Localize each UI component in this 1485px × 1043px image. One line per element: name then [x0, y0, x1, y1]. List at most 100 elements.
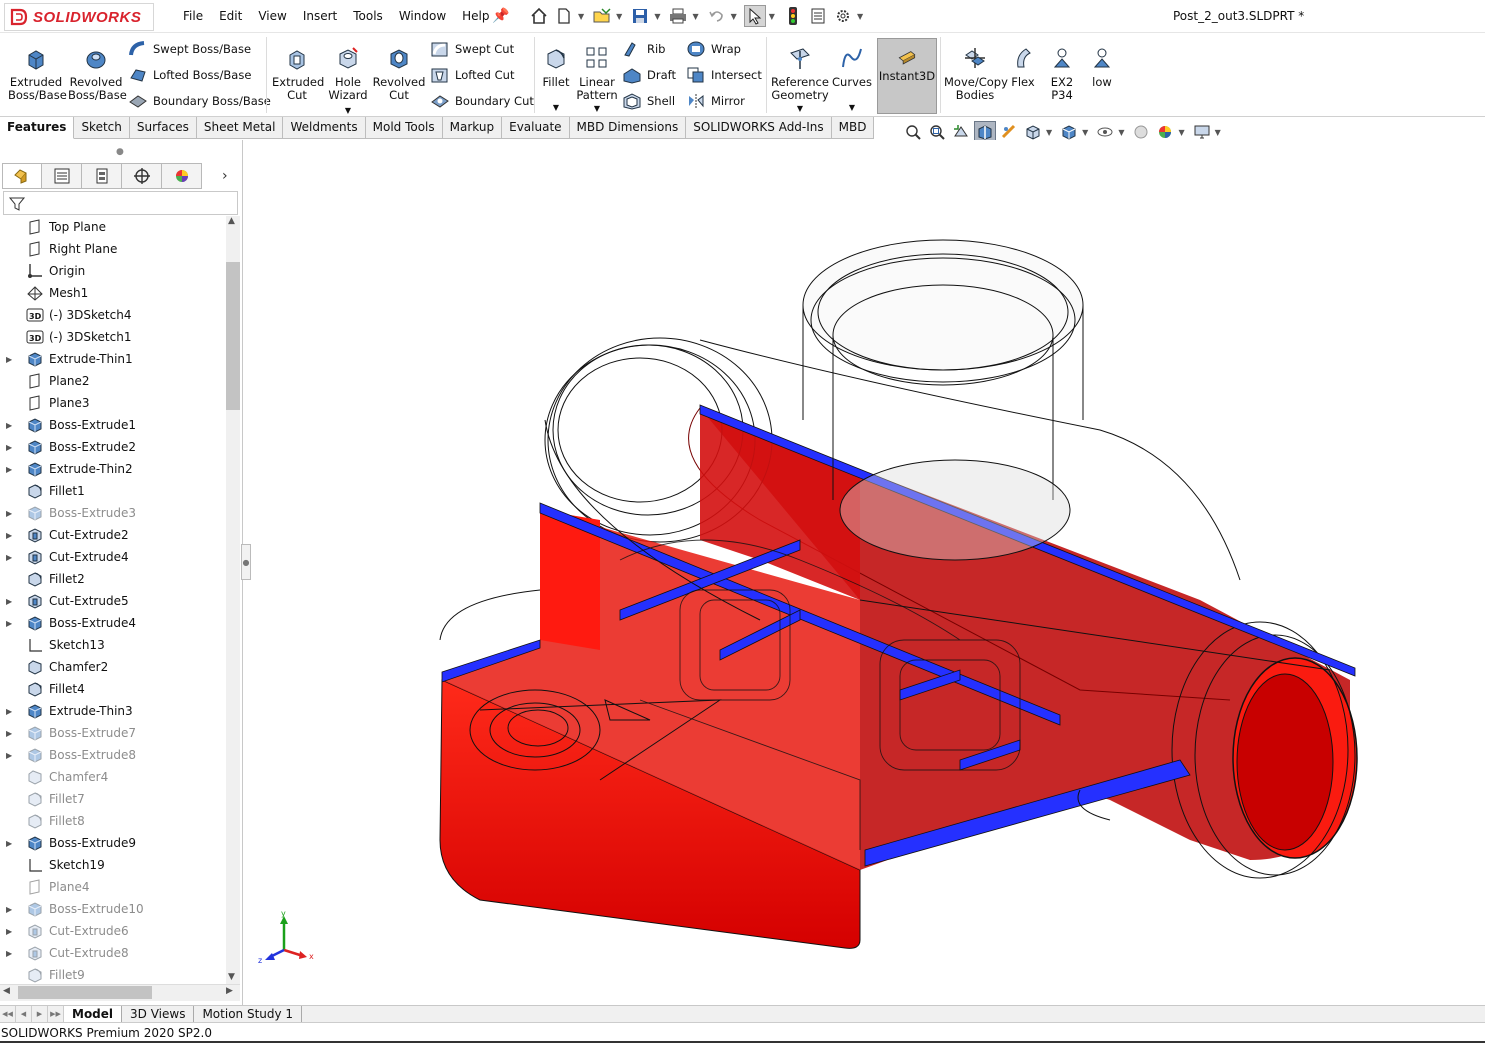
print-icon[interactable] — [667, 5, 689, 27]
rib-button[interactable]: Rib — [622, 39, 666, 59]
tree-item-extrude-thin2[interactable]: ▶ Extrude-Thin2 — [0, 458, 226, 480]
reference-geometry-button[interactable]: Reference Geometry ▼ — [770, 45, 830, 115]
expand-arrow-icon[interactable]: ▶ — [6, 905, 16, 914]
wrap-button[interactable]: Wrap — [686, 39, 741, 59]
chevron-down-icon[interactable]: ▼ — [654, 12, 660, 21]
panel-collapse-handle[interactable]: ● — [241, 544, 251, 580]
extruded-cut-button[interactable]: Extruded Cut — [272, 45, 324, 102]
dimxpert-manager-tab[interactable] — [122, 163, 162, 189]
part-model-section-view[interactable]: y x z — [251, 140, 1485, 1005]
expand-arrow-icon[interactable]: ▶ — [6, 509, 16, 518]
tree-item-chamfer4[interactable]: Chamfer4 — [0, 766, 226, 788]
ex2-p34-button[interactable]: EX2 P34 — [1040, 45, 1084, 102]
tab-mold-tools[interactable]: Mold Tools — [365, 117, 443, 139]
home-icon[interactable] — [528, 5, 550, 27]
configuration-manager-tab[interactable] — [82, 163, 122, 189]
chevron-down-icon[interactable]: ▼ — [1082, 128, 1088, 137]
curves-button[interactable]: Curves ▼ — [832, 45, 872, 114]
expand-arrow-icon[interactable]: ▶ — [6, 729, 16, 738]
first-tab-arrow-icon[interactable]: ◀◀ — [0, 1006, 16, 1022]
scroll-left-arrow-icon[interactable]: ◀ — [3, 986, 10, 996]
display-manager-tab[interactable] — [162, 163, 202, 189]
menu-insert[interactable]: Insert — [295, 9, 345, 23]
tree-item-fillet9[interactable]: Fillet9 — [0, 964, 226, 984]
menu-tools[interactable]: Tools — [345, 9, 391, 23]
tab-sketch[interactable]: Sketch — [74, 117, 130, 139]
scrollbar-thumb[interactable] — [226, 262, 240, 410]
scrollbar-thumb[interactable] — [18, 986, 152, 999]
extruded-boss-button[interactable]: Extruded Boss/Base — [8, 45, 67, 102]
chevron-down-icon[interactable]: ▼ — [616, 12, 622, 21]
menu-view[interactable]: View — [250, 9, 294, 23]
chevron-down-icon[interactable]: ▼ — [692, 12, 698, 21]
chevron-down-icon[interactable]: ▼ — [832, 101, 872, 114]
new-document-icon[interactable] — [553, 5, 575, 27]
expand-arrow-icon[interactable]: ▶ — [6, 531, 16, 540]
solidworks-logo[interactable]: SOLIDWORKS — [4, 3, 154, 31]
tree-item-boss-extrude10[interactable]: ▶ Boss-Extrude10 — [0, 898, 226, 920]
panel-splitter-handle[interactable]: ● — [116, 147, 124, 157]
expand-arrow-icon[interactable]: ▶ — [6, 927, 16, 936]
swept-cut-button[interactable]: Swept Cut — [430, 39, 514, 59]
tree-item-cut-extrude4[interactable]: ▶ Cut-Extrude4 — [0, 546, 226, 568]
tree-item-boss-extrude3[interactable]: ▶ Boss-Extrude3 — [0, 502, 226, 524]
tab-mbd[interactable]: MBD — [831, 117, 875, 139]
tree-item-boss-extrude7[interactable]: ▶ Boss-Extrude7 — [0, 722, 226, 744]
chevron-right-icon[interactable]: › — [222, 168, 228, 184]
open-folder-icon[interactable] — [591, 5, 613, 27]
expand-arrow-icon[interactable]: ▶ — [6, 597, 16, 606]
chevron-down-icon[interactable]: ▼ — [1215, 128, 1221, 137]
draft-button[interactable]: Draft — [622, 65, 676, 85]
expand-arrow-icon[interactable]: ▶ — [6, 707, 16, 716]
tree-item-cut-extrude8[interactable]: ▶ Cut-Extrude8 — [0, 942, 226, 964]
move-copy-bodies-button[interactable]: Move/Copy Bodies — [944, 45, 1008, 102]
tree-item-fillet8[interactable]: Fillet8 — [0, 810, 226, 832]
chevron-down-icon[interactable]: ▼ — [576, 102, 618, 115]
tree-item-plane3[interactable]: Plane3 — [0, 392, 226, 414]
expand-arrow-icon[interactable]: ▶ — [6, 839, 16, 848]
tree-item-fillet2[interactable]: Fillet2 — [0, 568, 226, 590]
file-properties-icon[interactable] — [807, 5, 829, 27]
expand-arrow-icon[interactable]: ▶ — [6, 619, 16, 628]
chevron-down-icon[interactable]: ▼ — [1118, 128, 1124, 137]
hole-wizard-button[interactable]: Hole Wizard ▼ — [326, 45, 370, 117]
rebuild-traffic-light-icon[interactable] — [782, 5, 804, 27]
mirror-button[interactable]: Mirror — [686, 91, 745, 111]
graphics-area[interactable]: y x z — [251, 140, 1485, 1005]
tree-item-fillet4[interactable]: Fillet4 — [0, 678, 226, 700]
tree-item-fillet1[interactable]: Fillet1 — [0, 480, 226, 502]
flex-button[interactable]: Flex — [1008, 45, 1038, 89]
tree-item-right-plane[interactable]: Right Plane — [0, 238, 226, 260]
expand-arrow-icon[interactable]: ▶ — [6, 355, 16, 364]
tree-item-boss-extrude1[interactable]: ▶ Boss-Extrude1 — [0, 414, 226, 436]
scroll-right-arrow-icon[interactable]: ▶ — [226, 986, 233, 996]
tab-solidworks-add-ins[interactable]: SOLIDWORKS Add-Ins — [686, 117, 832, 139]
menu-edit[interactable]: Edit — [211, 9, 250, 23]
tree-item-extrude-thin3[interactable]: ▶ Extrude-Thin3 — [0, 700, 226, 722]
scroll-up-arrow-icon[interactable]: ▲ — [228, 216, 235, 226]
options-gear-icon[interactable] — [832, 5, 854, 27]
tab-features[interactable]: Features — [0, 117, 75, 139]
scroll-down-arrow-icon[interactable]: ▼ — [228, 972, 235, 982]
tree-item-extrude-thin1[interactable]: ▶ Extrude-Thin1 — [0, 348, 226, 370]
tab-mbd-dimensions[interactable]: MBD Dimensions — [569, 117, 687, 139]
fillet-button[interactable]: Fillet ▼ — [538, 45, 574, 114]
tree-item-boss-extrude4[interactable]: ▶ Boss-Extrude4 — [0, 612, 226, 634]
menu-file[interactable]: File — [175, 9, 211, 23]
tree-item-mesh1[interactable]: Mesh1 — [0, 282, 226, 304]
bottom-tab-motion-study-1[interactable]: Motion Study 1 — [194, 1006, 303, 1023]
expand-arrow-icon[interactable]: ▶ — [6, 751, 16, 760]
tree-item-cut-extrude6[interactable]: ▶ Cut-Extrude6 — [0, 920, 226, 942]
revolved-boss-button[interactable]: Revolved Boss/Base — [68, 45, 127, 102]
tree-item-fillet7[interactable]: Fillet7 — [0, 788, 226, 810]
tree-item-cut-extrude5[interactable]: ▶ Cut-Extrude5 — [0, 590, 226, 612]
undo-icon[interactable] — [706, 5, 728, 27]
next-tab-arrow-icon[interactable]: ▶ — [32, 1006, 48, 1022]
feature-filter-box[interactable] — [3, 191, 238, 215]
swept-boss-button[interactable]: Swept Boss/Base — [128, 39, 251, 59]
tree-item-sketch13[interactable]: Sketch13 — [0, 634, 226, 656]
chevron-down-icon[interactable]: ▼ — [769, 12, 775, 21]
boundary-cut-button[interactable]: Boundary Cut — [430, 91, 534, 111]
last-tab-arrow-icon[interactable]: ▶▶ — [48, 1006, 64, 1022]
tree-item-plane4[interactable]: Plane4 — [0, 876, 226, 898]
